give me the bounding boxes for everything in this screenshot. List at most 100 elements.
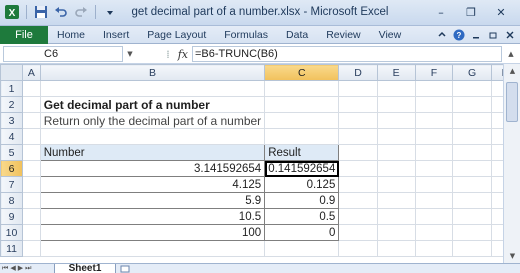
cell[interactable] [376, 80, 416, 97]
cell[interactable] [338, 160, 378, 177]
cell[interactable] [338, 192, 378, 209]
row-header[interactable]: 11 [0, 240, 24, 257]
cell[interactable] [452, 176, 492, 193]
column-header[interactable]: E [376, 64, 416, 81]
number-cell[interactable]: 3.141592654 [39, 160, 266, 177]
minimize-button[interactable]: – [426, 3, 456, 21]
cell[interactable] [376, 96, 416, 113]
close-button[interactable]: ✕ [486, 3, 516, 21]
sheet-subtitle-cell[interactable]: Return only the decimal part of a number [39, 112, 266, 129]
cell[interactable] [452, 80, 492, 97]
cell[interactable] [414, 80, 454, 97]
result-cell[interactable]: 0.125 [264, 176, 340, 193]
cell[interactable] [414, 96, 454, 113]
cell[interactable] [376, 176, 416, 193]
insert-function-button[interactable]: fx [178, 48, 188, 61]
cell[interactable] [414, 176, 454, 193]
cell[interactable] [264, 96, 340, 113]
workbook-close-icon[interactable] [503, 28, 516, 41]
cell[interactable] [22, 96, 41, 113]
cell[interactable] [414, 224, 454, 241]
restore-button[interactable]: ❐ [456, 3, 486, 21]
insert-sheet-icon[interactable] [118, 264, 132, 273]
cell[interactable] [264, 80, 340, 97]
cell[interactable] [414, 160, 454, 177]
cell[interactable] [22, 176, 41, 193]
cell[interactable] [452, 192, 492, 209]
column-header[interactable]: B [39, 64, 266, 81]
row-header[interactable]: 1 [0, 80, 24, 97]
column-header[interactable]: A [22, 64, 41, 81]
cell[interactable] [22, 160, 41, 177]
vertical-scrollbar[interactable]: ▲ ▼ [503, 64, 520, 263]
cell[interactable] [376, 112, 416, 129]
tab-formulas[interactable]: Formulas [215, 26, 277, 44]
cell[interactable] [414, 144, 454, 161]
cell[interactable] [376, 128, 416, 145]
cell[interactable] [452, 96, 492, 113]
cell[interactable] [39, 128, 266, 145]
cell[interactable] [452, 112, 492, 129]
scroll-down-icon[interactable]: ▼ [504, 249, 520, 263]
cell[interactable] [22, 80, 41, 97]
row-header[interactable]: 9 [0, 208, 24, 225]
cell[interactable] [452, 160, 492, 177]
cell[interactable] [338, 112, 378, 129]
cell[interactable] [376, 144, 416, 161]
cell[interactable] [22, 240, 41, 257]
cell[interactable] [22, 208, 41, 225]
cell[interactable] [338, 176, 378, 193]
cell[interactable] [39, 240, 266, 257]
row-header[interactable]: 3 [0, 112, 24, 129]
number-cell[interactable]: 100 [39, 224, 266, 241]
minimize-ribbon-icon[interactable] [435, 28, 448, 41]
cell[interactable] [376, 240, 416, 257]
tab-review[interactable]: Review [317, 26, 369, 44]
cell[interactable] [22, 224, 41, 241]
result-cell[interactable]: 0.5 [264, 208, 340, 225]
workbook-minimize-icon[interactable] [469, 28, 482, 41]
result-cell[interactable]: 0 [264, 224, 340, 241]
prev-sheet-icon[interactable]: ◀ [10, 264, 15, 273]
first-sheet-icon[interactable]: ⏮ [2, 264, 8, 273]
row-header[interactable]: 8 [0, 192, 24, 209]
cell[interactable] [338, 240, 378, 257]
cell[interactable] [376, 224, 416, 241]
cell[interactable] [452, 240, 492, 257]
cell[interactable] [264, 112, 340, 129]
cell[interactable] [376, 192, 416, 209]
row-header[interactable]: 10 [0, 224, 24, 241]
cell[interactable] [338, 96, 378, 113]
help-icon[interactable]: ? [452, 28, 465, 41]
cell[interactable] [338, 144, 378, 161]
table-header-result[interactable]: Result [264, 144, 340, 161]
cell[interactable] [22, 112, 41, 129]
column-header[interactable]: F [414, 64, 454, 81]
cell[interactable] [452, 128, 492, 145]
tab-insert[interactable]: Insert [94, 26, 138, 44]
cell[interactable] [338, 80, 378, 97]
next-sheet-icon[interactable]: ▶ [18, 264, 23, 273]
select-all-corner[interactable] [0, 64, 24, 81]
workbook-restore-icon[interactable] [486, 28, 499, 41]
cell[interactable] [22, 128, 41, 145]
cell[interactable] [39, 80, 266, 97]
name-box-dropdown-icon[interactable]: ▼ [124, 46, 136, 62]
scroll-up-icon[interactable]: ▲ [504, 64, 520, 78]
result-cell[interactable]: 0.9 [264, 192, 340, 209]
cell[interactable] [414, 240, 454, 257]
number-cell[interactable]: 5.9 [39, 192, 266, 209]
cell[interactable] [452, 224, 492, 241]
scrollbar-thumb[interactable] [506, 82, 518, 122]
expand-formula-bar-icon[interactable]: ▲ [506, 48, 516, 60]
number-cell[interactable]: 10.5 [39, 208, 266, 225]
tab-view[interactable]: View [370, 26, 411, 44]
cell[interactable] [414, 208, 454, 225]
file-tab[interactable]: File [0, 26, 48, 44]
cell[interactable] [22, 192, 41, 209]
cell[interactable] [264, 128, 340, 145]
table-header-number[interactable]: Number [39, 144, 266, 161]
cell[interactable] [338, 208, 378, 225]
row-header[interactable]: 7 [0, 176, 24, 193]
formula-input[interactable]: =B6-TRUNC(B6) [192, 46, 502, 62]
